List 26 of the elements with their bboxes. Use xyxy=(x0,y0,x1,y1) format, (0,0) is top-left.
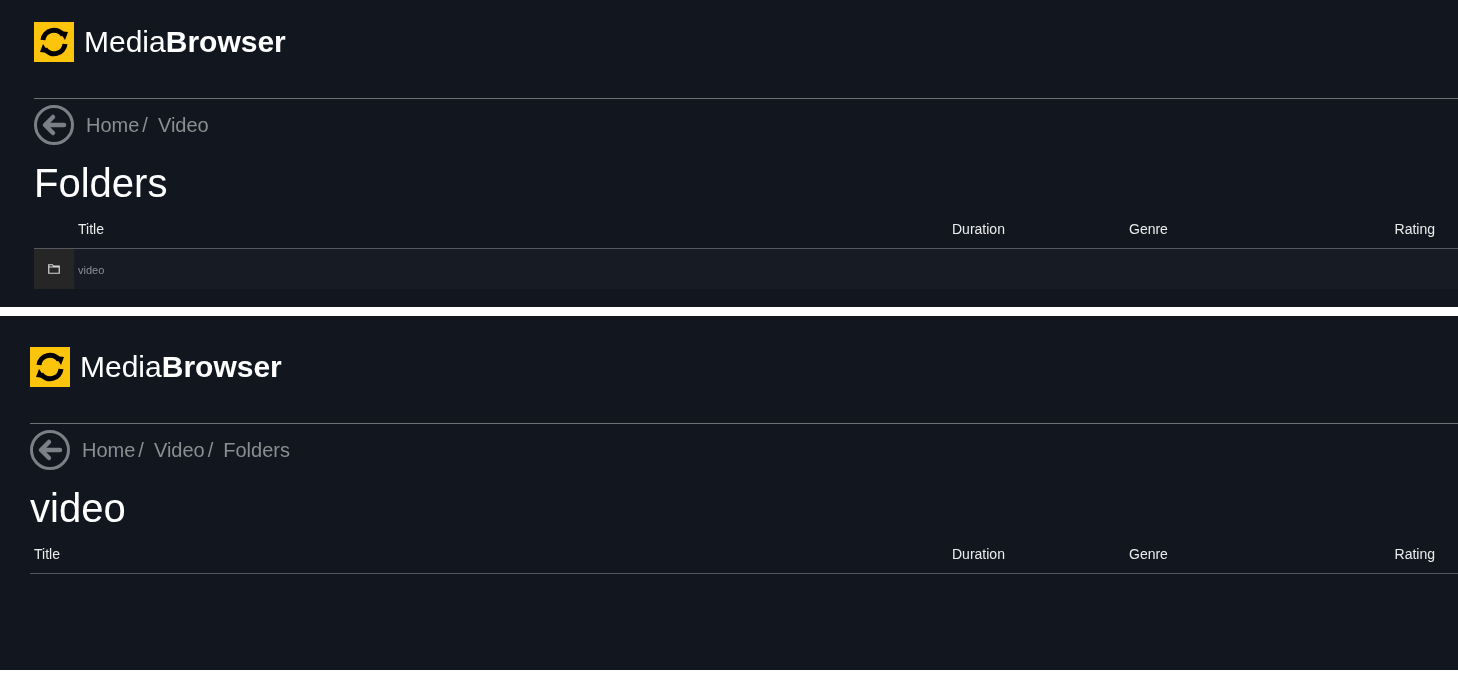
column-header: Duration xyxy=(952,221,1005,237)
back-button[interactable] xyxy=(30,430,70,470)
breadcrumb-separator: / xyxy=(138,438,144,463)
breadcrumb-link[interactable]: Home xyxy=(82,436,136,464)
app-name: MediaBrowser xyxy=(80,349,282,385)
page-title: video xyxy=(30,485,127,532)
column-header: Title xyxy=(78,221,104,237)
row-title-link[interactable]: video xyxy=(78,264,105,276)
breadcrumb-separator: / xyxy=(207,438,214,463)
logo-icon xyxy=(34,22,74,62)
breadcrumb-link[interactable]: Video xyxy=(153,436,205,464)
breadcrumb-link[interactable]: Home xyxy=(86,111,140,139)
column-header: Genre xyxy=(1129,221,1168,237)
breadcrumb-link[interactable]: Video xyxy=(157,111,209,139)
folder-icon xyxy=(48,264,60,274)
page-title: Folders xyxy=(34,160,169,207)
back-button[interactable] xyxy=(34,105,74,145)
app-name: MediaBrowser xyxy=(84,24,286,60)
column-header: Title xyxy=(34,546,60,562)
column-header: Rating xyxy=(1394,221,1435,237)
column-header: Duration xyxy=(952,546,1005,562)
breadcrumb-link[interactable]: Folders xyxy=(223,436,290,464)
breadcrumb-separator: / xyxy=(142,113,148,138)
column-header: Genre xyxy=(1129,546,1168,562)
logo-icon xyxy=(30,347,70,387)
column-header: Rating xyxy=(1394,546,1435,562)
